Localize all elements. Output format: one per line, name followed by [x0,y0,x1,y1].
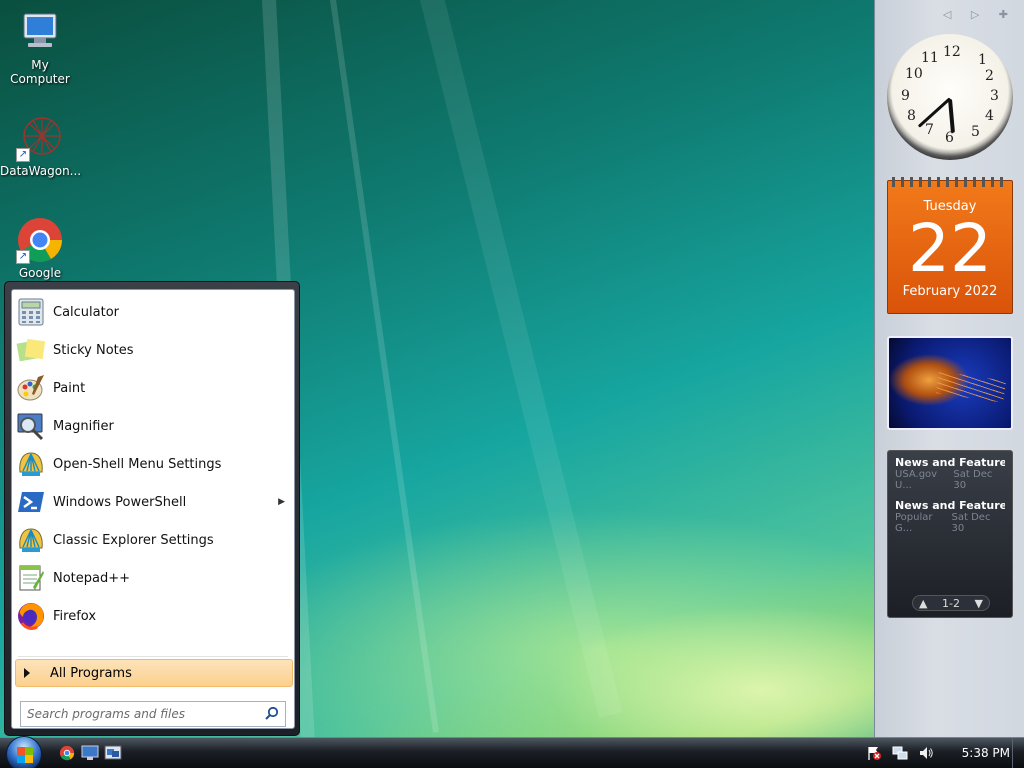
search-placeholder: Search programs and files [27,707,185,721]
wallpaper-streak [420,0,623,719]
feed-pager: ▲ 1-2 ▼ [912,595,990,611]
volume-icon[interactable] [918,745,934,761]
clock-minute-hand [917,97,952,128]
network-icon[interactable] [892,745,908,761]
shell-icon [15,448,47,480]
feed-date: Sat Dec 30 [951,512,991,534]
start-item-label: Open-Shell Menu Settings [53,456,222,472]
start-item-paint[interactable]: Paint [15,370,293,406]
chrome-icon: ↗ [16,216,64,264]
all-programs-button[interactable]: All Programs [15,659,293,687]
show-desktop-button[interactable] [1012,738,1024,768]
desktop-icon-my-computer[interactable]: My Computer [0,8,80,86]
start-item-label: Calculator [53,304,120,320]
start-item-magnifier[interactable]: Magnifier [15,408,293,444]
switch-windows-icon[interactable] [104,745,122,761]
search-input[interactable]: Search programs and files [20,701,286,727]
start-item-label: Classic Explorer Settings [53,532,214,548]
start-item-label: Notepad++ [53,570,131,586]
start-button[interactable] [6,736,42,768]
feed-prev-icon[interactable]: ▲ [919,597,927,610]
feed-item[interactable]: News and Features f... USA.gov U... Sat D… [888,451,1012,491]
feed-item[interactable]: News and Features f... Popular G... Sat D… [888,491,1012,534]
feed-next-icon[interactable]: ▼ [975,597,983,610]
shell-icon [15,524,47,556]
start-item-label: Sticky Notes [53,342,134,358]
feed-page-indicator: 1-2 [942,596,960,610]
desktop-icon-label: DataWagon... [0,164,82,178]
start-item-classic-explorer-settings[interactable]: Classic Explorer Settings [15,522,293,558]
taskbar-clock[interactable]: 5:38 PM [962,746,1010,760]
notepadpp-icon [15,562,47,594]
network-ball-icon: ↗ [16,114,64,162]
action-center-flag-icon[interactable] [866,745,882,761]
shortcut-arrow-icon: ↗ [16,250,30,264]
all-programs-label: All Programs [50,665,132,681]
show-desktop-icon[interactable] [81,745,99,761]
calendar-day-number: 22 [908,210,992,287]
desktop-icon-label: My Computer [10,58,70,86]
wallpaper-streak [330,0,439,733]
magnifier-icon [15,410,47,442]
start-item-open-shell-settings[interactable]: Open-Shell Menu Settings [15,446,293,482]
shortcut-arrow-icon: ↗ [16,148,30,162]
search-icon[interactable] [265,706,279,720]
start-item-calculator[interactable]: Calculator [15,294,293,330]
desktop-icon-google[interactable]: ↗ Google [0,216,80,280]
calendar-gadget[interactable]: Tuesday 22 February 2022 [887,177,1013,314]
submenu-arrow-icon: ▶ [278,497,285,507]
clock-hour-hand [948,98,955,134]
feed-title: News and Features f... [895,456,1005,469]
start-item-notepad-plus-plus[interactable]: Notepad++ [15,560,293,596]
sidebar-controls[interactable]: ◁ ▷ ✚ [943,8,1016,21]
sticky-notes-icon [15,334,47,366]
start-item-sticky-notes[interactable]: Sticky Notes [15,332,293,368]
powershell-icon [15,486,47,518]
start-item-label: Windows PowerShell [53,494,187,510]
computer-icon [16,8,64,56]
system-tray: 5:38 PM [866,738,1010,768]
taskbar: 5:38 PM [0,736,1024,768]
start-item-label: Magnifier [53,418,114,434]
desktop-icon-datawagon[interactable]: ↗ DataWagon... [0,114,82,178]
start-item-label: Paint [53,380,86,396]
jellyfish-image [935,371,1007,403]
start-menu-program-list: Calculator Sticky Notes Paint Magnifier … [11,289,295,729]
firefox-icon [15,600,47,632]
start-menu-divider [18,656,288,657]
feed-source: Popular G... [895,512,933,534]
start-item-firefox[interactable]: Firefox [15,598,293,634]
sidebar: ◁ ▷ ✚ 12 1 2 3 4 5 6 7 8 9 10 11 Tuesday… [874,0,1024,737]
calculator-icon [15,296,47,328]
start-item-label: Firefox [53,608,97,624]
calendar-month-year: February 2022 [902,284,998,299]
start-item-windows-powershell[interactable]: Windows PowerShell ▶ [15,484,293,520]
feed-date: Sat Dec 30 [953,469,993,491]
windows-logo-icon [17,747,33,763]
feed-source: USA.gov U... [895,469,938,491]
clock-gadget[interactable]: 12 1 2 3 4 5 6 7 8 9 10 11 [887,34,1013,160]
paint-icon [15,372,47,404]
feed-title: News and Features f... [895,499,1005,512]
feed-headlines-gadget[interactable]: News and Features f... USA.gov U... Sat D… [887,450,1013,618]
chrome-icon[interactable] [58,745,76,761]
all-programs-arrow-icon [24,668,30,678]
slideshow-gadget[interactable] [887,336,1013,430]
calendar-rings [892,177,1008,187]
start-menu: Calculator Sticky Notes Paint Magnifier … [4,281,300,736]
desktop-icon-label: Google [18,266,62,280]
